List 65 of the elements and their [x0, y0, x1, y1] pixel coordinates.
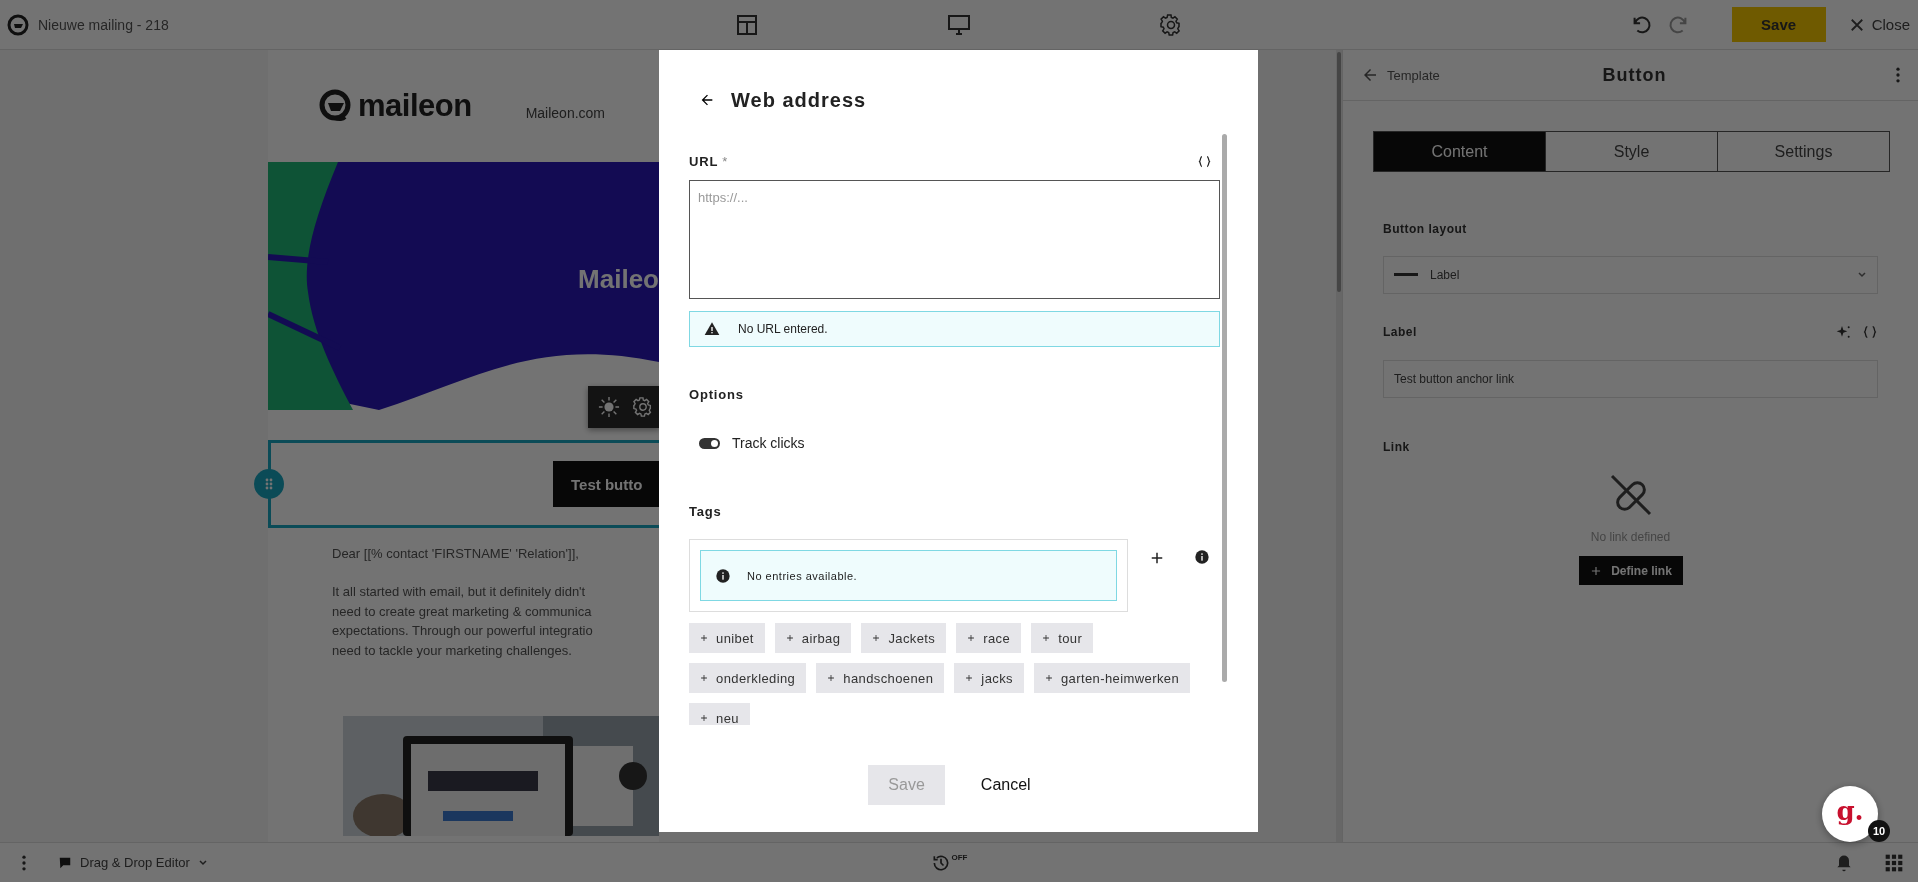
chevron-down-icon [1857, 270, 1867, 280]
back-arrow-icon [699, 92, 715, 108]
brightness-icon[interactable] [598, 396, 620, 418]
close-button[interactable]: Close [1847, 15, 1910, 34]
field-label: Button layout [1383, 222, 1468, 236]
tag-chip[interactable]: jacks [954, 663, 1024, 693]
tag-chip[interactable]: race [956, 623, 1022, 653]
braces-icon[interactable] [1197, 153, 1212, 169]
settings-icon[interactable] [632, 396, 654, 418]
save-button[interactable]: Save [1731, 7, 1826, 42]
line-icon [1394, 273, 1418, 277]
toggle-switch[interactable] [699, 437, 720, 449]
back-link[interactable]: Template [1361, 66, 1440, 84]
nav-link[interactable]: Maileon.com [525, 105, 606, 121]
apps-grid-icon[interactable] [1884, 852, 1904, 873]
tag-chip[interactable]: airbag [774, 623, 852, 653]
chevron-down-icon [197, 857, 208, 868]
tag-chip[interactable]: unibet [689, 623, 765, 653]
cancel-button[interactable]: Cancel [972, 765, 1039, 805]
field-label: Label [1383, 325, 1417, 339]
document-title: Nieuwe mailing - 218 [38, 16, 169, 33]
warning-text: No URL entered. [738, 322, 828, 336]
banner-title: Maileo [578, 264, 659, 295]
layout-grid-icon[interactable] [735, 12, 759, 37]
field-label: URL * [689, 153, 728, 169]
scrollbar[interactable] [1222, 134, 1227, 682]
tag-chip[interactable]: handschoenen [816, 663, 945, 693]
info-icon[interactable] [1194, 549, 1210, 565]
warning-icon [704, 321, 720, 337]
section-heading: Options [689, 387, 745, 402]
required-mark: * [722, 153, 728, 169]
paragraph-line: need to tackle your marketing challenges. [332, 641, 573, 660]
info-icon [715, 567, 731, 584]
logo-icon [6, 12, 30, 37]
autosave-toggle[interactable]: OFF [930, 852, 968, 873]
paragraph-line: need to create great marketing & communica [332, 602, 593, 621]
sparkle-icon[interactable] [1836, 324, 1852, 340]
tag-chip[interactable]: tour [1031, 623, 1094, 653]
selected-block[interactable]: Test butto [268, 440, 659, 528]
tag-chip[interactable]: garten-heimwerken [1034, 663, 1191, 693]
monitor-icon[interactable] [947, 12, 971, 37]
paragraph-line: It all started with email, but it definitely didn't [332, 583, 587, 601]
tag-chip[interactable]: onderkleding [689, 663, 807, 693]
url-input[interactable]: https://... [689, 180, 1220, 299]
greeting-text: Dear [[% contact 'FIRSTNAME' 'Relation']], [331, 546, 580, 561]
label-field[interactable]: Test button anchor link [1383, 360, 1878, 398]
tag-chip[interactable]: Jackets [861, 623, 947, 653]
layout-select[interactable]: Label [1383, 256, 1878, 294]
settings-icon[interactable] [1159, 12, 1183, 37]
email-button[interactable]: Test butto [553, 461, 659, 507]
field-label: Link [1383, 440, 1411, 454]
tag-chip[interactable]: neu [689, 703, 750, 725]
section-heading: Tags [689, 504, 723, 519]
panel-title: Button [1602, 64, 1667, 86]
define-link-button[interactable]: Define link [1578, 556, 1683, 585]
logo-text: maileon [358, 88, 472, 124]
back-button[interactable] [699, 92, 715, 108]
paragraph-line: expectations. Through our powerful integratio [332, 622, 594, 640]
dialog-title: Web address [731, 88, 867, 112]
toggle-label: Track clicks [732, 435, 805, 451]
editor-menu[interactable]: Drag & Drop Editor [48, 855, 208, 870]
tab[interactable]: Content [1374, 132, 1545, 171]
empty-text: No entries available. [747, 569, 858, 582]
chat-icon [58, 855, 72, 870]
drag-handle-icon[interactable] [264, 477, 274, 491]
